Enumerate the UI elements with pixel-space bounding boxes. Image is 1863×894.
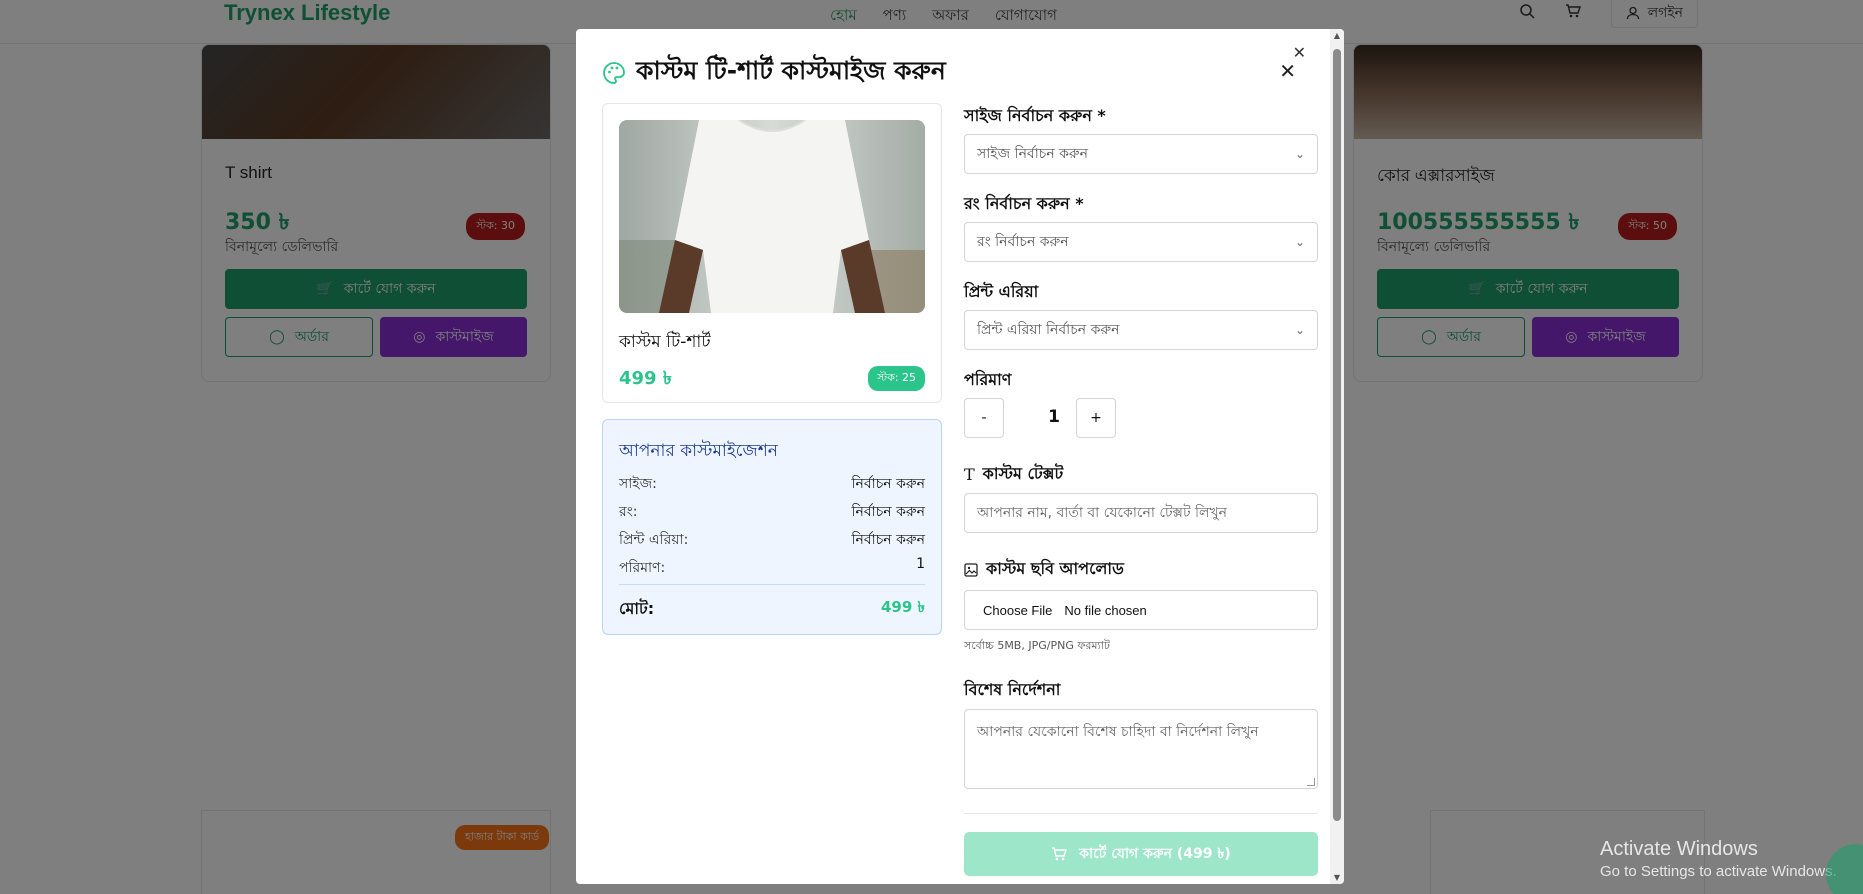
image-icon [964,562,978,577]
color-select[interactable]: রং নির্বাচন করুন ⌄ [964,222,1318,262]
instructions-placeholder: আপনার যেকোনো বিশেষ চাহিদা বা নির্দেশনা ল… [977,724,1259,740]
summary-value: নির্বাচন করুন [851,476,925,492]
scrollbar-thumb[interactable] [1333,49,1341,821]
watermark-line-1: Activate Windows [1600,838,1758,860]
summary-label: প্রিন্ট এরিয়া: [619,532,689,548]
close-button[interactable]: ✕ [1279,59,1296,83]
summary-divider [619,584,925,585]
product-price: 499 ৳ [619,368,672,389]
chevron-down-icon: ⌄ [1294,235,1305,249]
special-instructions-textarea[interactable]: আপনার যেকোনো বিশেষ চাহিদা বা নির্দেশনা ল… [964,709,1318,789]
total-value: 499 ৳ [880,598,925,616]
resize-handle-icon[interactable] [1307,778,1315,786]
tshirt-image [619,120,925,313]
watermark-line-2: Go to Settings to activate Windows. [1600,863,1837,880]
summary-row-color: রং: নির্বাচন করুন [619,500,925,524]
summary-total: মোট: 499 ৳ [619,596,925,623]
print-area-select[interactable]: প্রিন্ট এরিয়া নির্বাচন করুন ⌄ [964,310,1318,350]
add-to-cart-submit-button[interactable]: কার্টে যোগ করুন (499 ৳) [964,832,1318,876]
summary-value: নির্বাচন করুন [851,532,925,548]
submit-label: কার্টে যোগ করুন (499 ৳) [1079,846,1231,862]
quantity-value: 1 [1048,407,1060,427]
custom-text-label-text: কাস্টম টেক্সট [982,464,1064,483]
image-upload-label-text: কাস্টম ছবি আপলোড [986,559,1124,578]
special-instructions-label: বিশেষ নির্দেশনা [964,680,1061,699]
quantity-decrease-button[interactable]: - [964,398,1004,438]
summary-row-size: সাইজ: নির্বাচন করুন [619,472,925,496]
product-name: কাস্টম টি-শার্ট [619,332,711,352]
palette-icon [603,61,625,84]
custom-text-label: T কাস্টম টেক্সট [964,461,1063,488]
choose-file-button[interactable]: Choose File [983,603,1052,618]
summary-value: 1 [916,556,925,572]
summary-label: রং: [619,504,638,520]
quantity-increase-button[interactable]: + [1076,398,1116,438]
summary-value: নির্বাচন করুন [851,504,925,520]
customization-summary: আপনার কাস্টমাইজেশন সাইজ: নির্বাচন করুন র… [602,419,942,635]
modal-scrollbar[interactable]: ▲ ▼ [1330,29,1344,884]
file-status: No file chosen [1064,602,1147,618]
file-hint: সর্বোচ্চ 5MB, JPG/PNG ফরম্যাট [964,639,1110,652]
form-divider [964,813,1318,814]
quantity-label: পরিমাণ [964,370,1012,389]
color-select-placeholder: রং নির্বাচন করুন [977,234,1069,250]
summary-row-print-area: প্রিন্ট এরিয়া: নির্বাচন করুন [619,528,925,552]
summary-label: সাইজ: [619,476,657,492]
image-file-input[interactable]: Choose File No file chosen [964,590,1318,630]
summary-label: পরিমাণ: [619,560,666,576]
total-label: মোট: [619,599,655,618]
stock-badge: স্টক: 25 [868,366,925,391]
scroll-up-arrow-icon[interactable]: ▲ [1332,31,1342,40]
scroll-down-arrow-icon[interactable]: ▼ [1332,873,1342,882]
windows-activation-watermark: Activate Windows Go to Settings to activ… [1600,838,1837,880]
text-type-icon: T [964,465,975,484]
modal-header: কাস্টম টি-শার্ট কাস্টমাইজ করুন [602,51,946,94]
size-select-placeholder: সাইজ নির্বাচন করুন [977,146,1089,162]
product-preview-card: কাস্টম টি-শার্ট 499 ৳ স্টক: 25 [602,103,942,403]
modal-title: কাস্টম টি-শার্ট কাস্টমাইজ করুন [636,56,946,85]
print-area-label: প্রিন্ট এরিয়া [964,282,1039,301]
print-area-select-placeholder: প্রিন্ট এরিয়া নির্বাচন করুন [977,322,1120,338]
chevron-down-icon: ⌄ [1294,323,1305,337]
custom-text-input[interactable]: আপনার নাম, বার্তা বা যেকোনো টেক্সট লিখুন [964,493,1318,533]
summary-title: আপনার কাস্টমাইজেশন [619,441,778,461]
customize-modal: ▲ ▼ ✕ ✕ কাস্টম টি-শার্ট কাস্টমাইজ করুন ক… [576,29,1344,884]
image-upload-label: কাস্টম ছবি আপলোড [964,556,1124,583]
chevron-down-icon: ⌄ [1294,147,1305,161]
size-select[interactable]: সাইজ নির্বাচন করুন ⌄ [964,134,1318,174]
cart-icon [1052,847,1068,861]
summary-row-quantity: পরিমাণ: 1 [619,556,925,580]
size-label: সাইজ নির্বাচন করুন * [964,106,1106,125]
color-label: রং নির্বাচন করুন * [964,194,1084,213]
